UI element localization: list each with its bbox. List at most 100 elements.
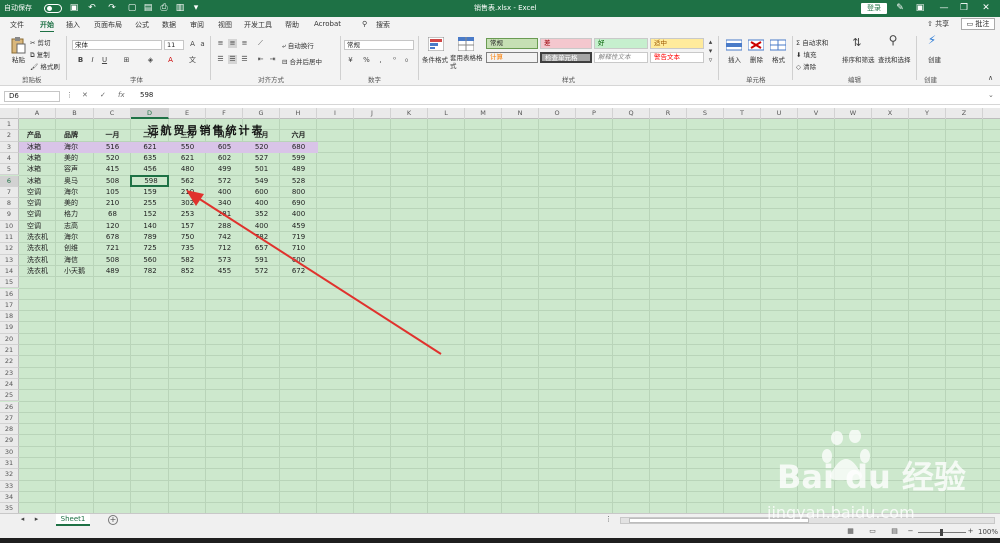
row-header[interactable]: 11 <box>0 232 19 244</box>
create-icon[interactable]: ⚡ <box>926 34 938 52</box>
restore-icon[interactable]: ❐ <box>958 2 970 14</box>
row-header[interactable]: 35 <box>0 503 19 513</box>
namebox-dropdown-icon[interactable]: ⋮ <box>66 91 73 99</box>
align-middle-icon[interactable]: ≡ <box>228 39 237 48</box>
cancel-entry-icon[interactable]: ✕ <box>82 91 88 99</box>
quick-print-icon[interactable]: ▥ <box>174 2 186 14</box>
sheet-tab-sheet1[interactable]: Sheet1 <box>56 514 90 526</box>
clear-button[interactable]: ◇ 清除 <box>796 61 816 71</box>
insert-cells-icon[interactable] <box>726 38 742 52</box>
scroll-left-icon[interactable]: ◂ <box>18 515 27 524</box>
find-select-icon[interactable]: ⚲ <box>886 34 900 50</box>
row-header[interactable]: 7 <box>0 186 19 199</box>
row-header[interactable]: 1 <box>0 119 19 131</box>
italic-icon[interactable]: I <box>88 56 97 65</box>
align-right-icon[interactable]: ☰ <box>240 55 249 64</box>
decrease-font-icon[interactable]: a <box>198 40 207 49</box>
tab-page-layout[interactable]: 页面布局 <box>94 20 122 30</box>
row-header[interactable]: 13 <box>0 254 19 266</box>
row-header[interactable]: 3 <box>0 141 19 153</box>
align-center-icon[interactable]: ☰ <box>228 55 237 64</box>
bold-icon[interactable]: B <box>76 56 85 65</box>
align-top-icon[interactable]: ≡ <box>216 39 225 48</box>
tab-data[interactable]: 数据 <box>162 20 176 30</box>
login-button[interactable]: 登录 <box>861 3 887 14</box>
delete-cells-icon[interactable] <box>748 38 764 52</box>
row-header[interactable]: 2 <box>0 130 19 142</box>
confirm-entry-icon[interactable]: ✓ <box>100 91 106 99</box>
underline-icon[interactable]: U <box>100 56 109 65</box>
row-header[interactable]: 16 <box>0 288 19 300</box>
new-file-icon[interactable]: ▢ <box>126 2 138 14</box>
percent-icon[interactable]: % <box>362 56 371 65</box>
fill-color-icon[interactable]: ◈ <box>146 56 155 65</box>
row-header[interactable]: 12 <box>0 243 19 255</box>
print-preview-icon[interactable]: ⎙ <box>158 2 170 14</box>
styles-more-icon[interactable]: ▿ <box>706 56 715 65</box>
conditional-format-icon[interactable] <box>428 37 444 51</box>
border-icon[interactable]: ⊞ <box>122 56 131 65</box>
style-warning[interactable]: 警告文本 <box>650 52 704 63</box>
row-header[interactable]: 14 <box>0 265 19 278</box>
row-header[interactable]: 8 <box>0 198 19 210</box>
align-left-icon[interactable]: ☰ <box>216 55 225 64</box>
row-header[interactable]: 31 <box>0 458 19 470</box>
row-header[interactable]: 25 <box>0 390 19 402</box>
undo-icon[interactable]: ↶ <box>86 2 98 14</box>
row-header[interactable]: 10 <box>0 220 19 232</box>
expand-formula-icon[interactable]: ⌄ <box>988 91 994 99</box>
tab-home[interactable]: 开始 <box>40 20 54 33</box>
row-header[interactable]: 18 <box>0 311 19 323</box>
styles-scroll-down-icon[interactable]: ▾ <box>706 47 715 56</box>
row-header[interactable]: 24 <box>0 378 19 391</box>
ribbon-display-icon[interactable]: ▣ <box>914 2 926 14</box>
formula-input[interactable]: 598 <box>140 91 153 99</box>
number-format-combo[interactable]: 常规 <box>344 40 414 50</box>
format-as-table-icon[interactable] <box>458 37 474 51</box>
decrease-decimal-icon[interactable]: ₀ <box>402 56 411 65</box>
row-header[interactable]: 4 <box>0 152 19 165</box>
copy-button[interactable]: ⧉ 复制 <box>30 49 50 60</box>
comment-button[interactable]: ▭ 批注 <box>961 18 995 30</box>
add-sheet-icon[interactable]: + <box>108 515 118 525</box>
customize-toolbar-icon[interactable]: ▾ <box>190 2 202 14</box>
tab-developer[interactable]: 开发工具 <box>244 20 272 30</box>
tab-file[interactable]: 文件 <box>10 20 24 30</box>
font-name-combo[interactable]: 宋体 <box>72 40 162 50</box>
row-header[interactable]: 9 <box>0 209 19 221</box>
comma-icon[interactable]: , <box>376 56 385 65</box>
row-header[interactable]: 23 <box>0 367 19 379</box>
name-box[interactable]: D6 <box>4 91 60 102</box>
row-header[interactable]: 17 <box>0 299 19 312</box>
minimize-icon[interactable]: — <box>938 2 950 14</box>
style-good[interactable]: 好 <box>594 38 648 49</box>
style-calculation[interactable]: 计算 <box>486 52 538 63</box>
fill-button[interactable]: ⬇ 填充 <box>796 49 817 59</box>
format-painter-button[interactable]: 🖌 格式刷 <box>30 61 60 71</box>
row-header[interactable]: 28 <box>0 424 19 436</box>
row-header[interactable]: 6 <box>0 175 19 187</box>
open-file-icon[interactable]: ▤ <box>142 2 154 14</box>
tab-insert[interactable]: 插入 <box>66 20 80 30</box>
scroll-right-icon[interactable]: ▸ <box>32 515 41 524</box>
tab-search[interactable]: 搜索 <box>376 20 390 30</box>
search-icon[interactable]: ⚲ <box>362 20 367 28</box>
style-check-cell[interactable]: 检查单元格 <box>540 52 592 63</box>
font-size-combo[interactable]: 11 <box>164 40 184 50</box>
styles-scroll-up-icon[interactable]: ▴ <box>706 38 715 47</box>
align-bottom-icon[interactable]: ≡ <box>240 39 249 48</box>
row-header[interactable]: 15 <box>0 277 19 289</box>
row-header[interactable]: 33 <box>0 480 19 492</box>
decrease-indent-icon[interactable]: ⇤ <box>256 55 265 64</box>
autosave-toggle[interactable] <box>44 4 62 13</box>
increase-decimal-icon[interactable]: ⁰ <box>390 56 399 65</box>
orientation-icon[interactable]: ⟋ <box>256 39 265 48</box>
style-neutral[interactable]: 适中 <box>650 38 704 49</box>
tab-help[interactable]: 帮助 <box>285 20 299 30</box>
style-normal[interactable]: 常规 <box>486 38 538 49</box>
increase-indent-icon[interactable]: ⇥ <box>268 55 277 64</box>
autosum-button[interactable]: Σ 自动求和 <box>796 37 828 47</box>
share-button[interactable]: ⇧ 共享 <box>927 19 949 29</box>
sort-filter-icon[interactable]: ⇅ <box>850 37 864 52</box>
wrap-text-button[interactable]: ⤶ 自动换行 <box>282 40 314 51</box>
